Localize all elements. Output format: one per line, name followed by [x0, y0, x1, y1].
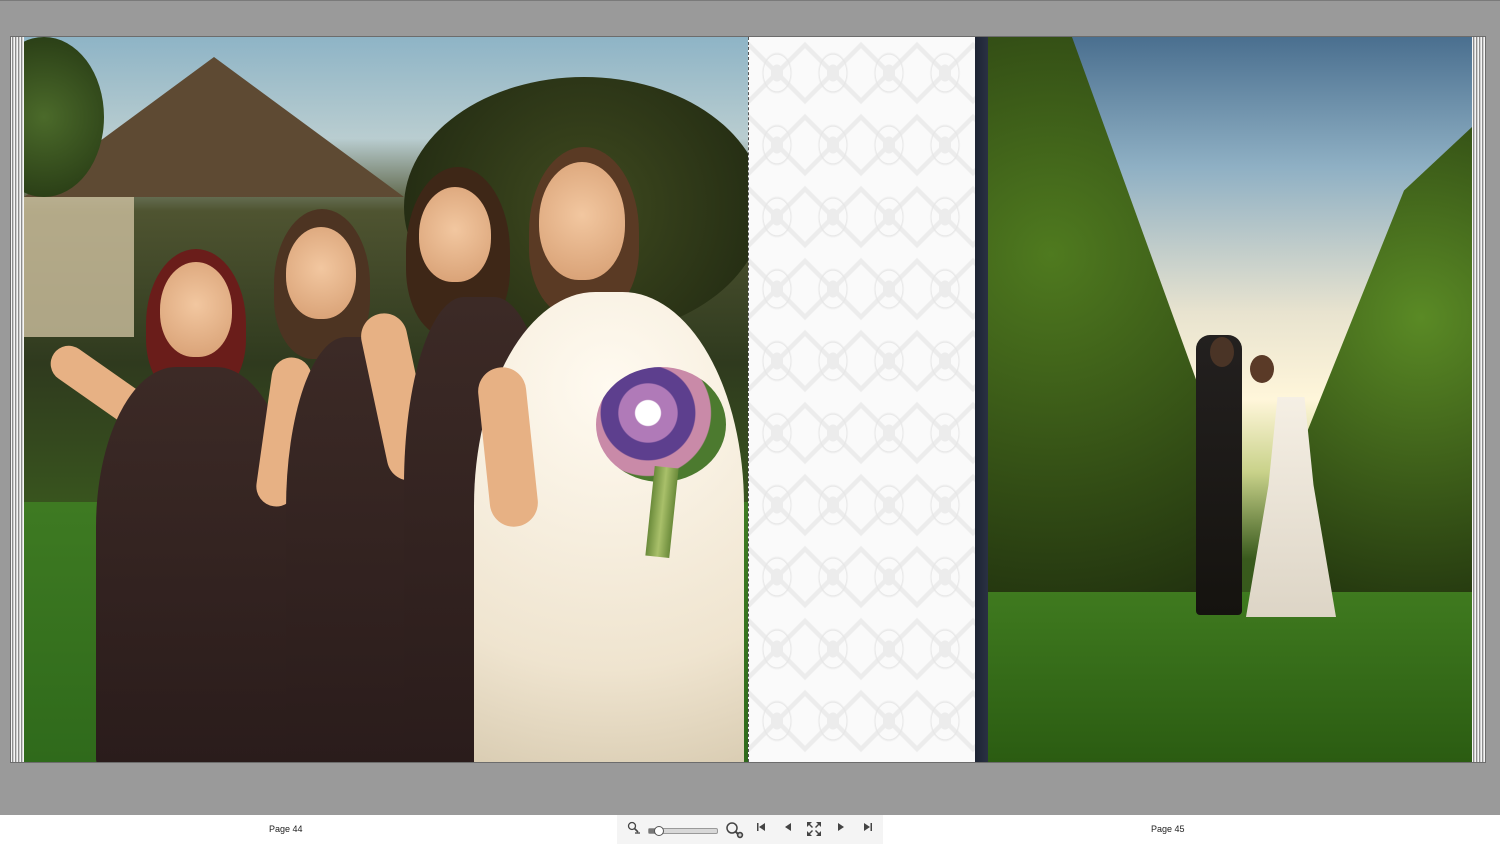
groom [1196, 335, 1242, 615]
first-page-icon[interactable] [752, 821, 770, 839]
zoom-out-icon[interactable] [625, 821, 643, 839]
previous-page-icon[interactable] [779, 821, 797, 839]
photo-couple-vineyard[interactable] [988, 37, 1472, 762]
vineyard-grass [988, 592, 1472, 762]
groom-head [1210, 337, 1234, 367]
damask-pattern-panel [748, 37, 976, 762]
zoom-in-icon[interactable] [724, 821, 746, 839]
right-page-label: Page 45 [1151, 824, 1185, 834]
album-spine [975, 37, 988, 762]
bouquet [596, 367, 726, 482]
last-page-icon[interactable] [859, 821, 877, 839]
left-page-label: Page 44 [269, 824, 303, 834]
fit-to-screen-icon[interactable] [805, 821, 823, 839]
bride-head [1250, 355, 1274, 383]
zoom-slider[interactable] [648, 826, 718, 836]
top-border [0, 0, 1500, 1]
viewer-toolbar: Page 44 Page 45 [0, 815, 1500, 844]
hut-wall [24, 197, 134, 337]
page-edge-right [1472, 37, 1485, 762]
next-page-icon[interactable] [832, 821, 850, 839]
page-edge-left [11, 37, 24, 762]
photo-bridesmaids[interactable] [24, 37, 748, 762]
album-spread [11, 37, 1485, 762]
